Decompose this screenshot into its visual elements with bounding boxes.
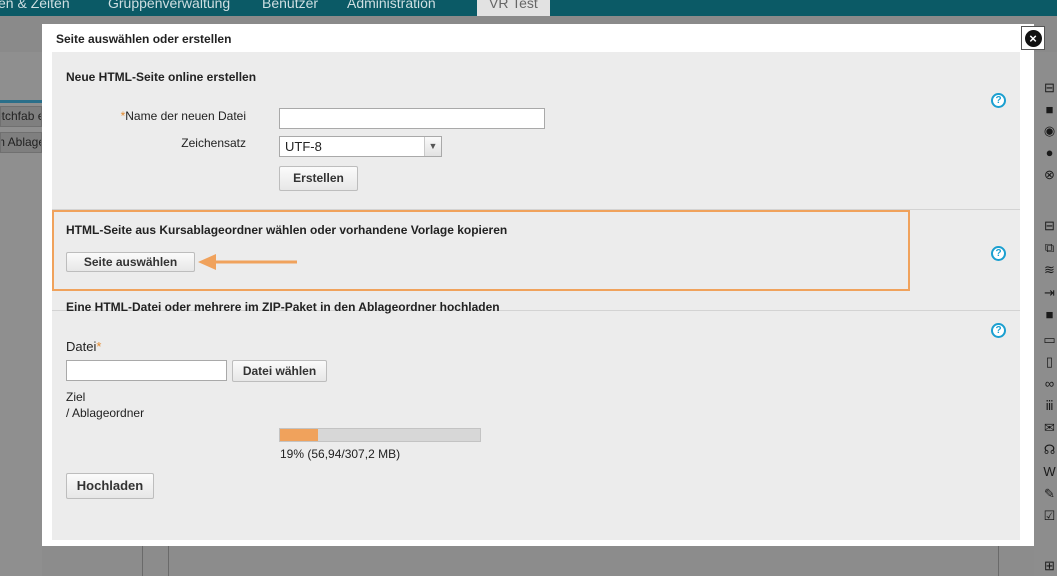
target-label: Ziel: [66, 390, 86, 404]
charset-label: Zeichensatz: [181, 136, 246, 150]
column-divider: [142, 546, 143, 576]
close-button[interactable]: ×: [1021, 26, 1045, 50]
charset-select[interactable]: UTF-8 ▼: [279, 136, 442, 157]
pointer-arrow-icon: [198, 254, 297, 270]
column-divider: [168, 546, 169, 576]
help-icon[interactable]: ?: [991, 323, 1006, 338]
target-value: / Ablageordner: [66, 406, 145, 420]
dialog-title: Seite auswählen oder erstellen: [56, 32, 232, 46]
help-icon[interactable]: ?: [991, 246, 1006, 261]
nav-tab-zeiten[interactable]: en & Zeiten: [0, 0, 70, 11]
upload-progress-text: 19% (56,94/307,2 MB): [280, 447, 401, 461]
edit-icon[interactable]: ✎: [1042, 486, 1057, 502]
link-icon[interactable]: ∞: [1042, 376, 1057, 392]
headset-icon[interactable]: ☊: [1042, 442, 1057, 458]
choose-page-section-title: HTML-Seite aus Kursablageordner wählen o…: [66, 223, 508, 237]
wiki-icon[interactable]: ⅲ: [1042, 398, 1057, 414]
upload-section-title: Eine HTML-Datei oder mehrere im ZIP-Pake…: [66, 300, 500, 314]
eye-icon[interactable]: ◉: [1042, 123, 1057, 139]
folder-icon[interactable]: ■: [1042, 102, 1057, 118]
new-page-section-title: Neue HTML-Seite online erstellen: [66, 70, 257, 84]
column-divider: [998, 546, 999, 576]
file-input[interactable]: [66, 360, 227, 381]
page-bottom: [42, 546, 1034, 576]
delete-icon[interactable]: ⊗: [1042, 167, 1057, 183]
collapse-icon[interactable]: ⊟: [1042, 80, 1057, 96]
nav-tab-administration[interactable]: Administration: [347, 0, 436, 11]
file-label: Datei*: [66, 339, 101, 354]
nav-tab-gruppenverwaltung[interactable]: Gruppenverwaltung: [108, 0, 230, 11]
filename-label-text: Name der neuen Datei: [125, 109, 246, 123]
left-pane: etchfab ein m Ablage: [0, 52, 42, 576]
nav-tab-benutzer[interactable]: Benutzer: [262, 0, 318, 11]
filename-label: *Name der neuen Datei: [108, 109, 246, 123]
choose-file-button[interactable]: Datei wählen: [232, 360, 327, 382]
structure-icon[interactable]: ⧉: [1042, 240, 1057, 256]
charset-value: UTF-8: [285, 139, 322, 154]
wikipedia-icon[interactable]: W: [1042, 464, 1057, 480]
file-label-text: Datei: [66, 339, 97, 354]
dialog-body: Neue HTML-Seite online erstellen ? *Name…: [52, 52, 1020, 540]
top-navigation: en & Zeiten Gruppenverwaltung Benutzer A…: [0, 0, 1057, 16]
nav-tab-vr-test[interactable]: VR Test: [477, 0, 550, 16]
checkbox-icon[interactable]: ☑: [1042, 508, 1057, 524]
filename-input[interactable]: [279, 108, 545, 129]
right-toolbar: ⊟ ■ ◉ ● ⊗ ⊟ ⧉ ≋ ⇥ ■ ▭ ▯ ∞ ⅲ ✉ ☊ W ✎ ☑ ⊞: [1034, 52, 1057, 576]
chevron-down-icon: ▼: [424, 137, 441, 156]
required-marker: *: [96, 339, 102, 354]
collapse-icon-2[interactable]: ⊟: [1042, 218, 1057, 234]
left-pane-accent: [0, 100, 42, 103]
upload-progress-fill: [280, 429, 318, 441]
globe-icon[interactable]: ●: [1042, 145, 1057, 161]
page-icon[interactable]: ▭: [1042, 332, 1057, 348]
upload-button[interactable]: Hochladen: [66, 473, 154, 499]
expand-icon[interactable]: ⊞: [1042, 558, 1057, 574]
mail-icon[interactable]: ✉: [1042, 420, 1057, 436]
document-icon[interactable]: ▯: [1042, 354, 1057, 370]
left-item-sketchfab[interactable]: etchfab ein: [0, 106, 42, 127]
import-icon[interactable]: ⇥: [1042, 285, 1057, 301]
select-page-dialog: Seite auswählen oder erstellen × Neue HT…: [42, 24, 1045, 546]
create-button[interactable]: Erstellen: [279, 166, 358, 191]
left-item-ablage[interactable]: m Ablage: [0, 132, 42, 153]
select-page-button[interactable]: Seite auswählen: [66, 252, 195, 272]
close-icon: ×: [1024, 29, 1042, 47]
upload-progress-bar: [279, 428, 481, 442]
folder-icon-2[interactable]: ■: [1042, 307, 1057, 323]
help-icon[interactable]: ?: [991, 93, 1006, 108]
layers-icon[interactable]: ≋: [1042, 262, 1057, 278]
